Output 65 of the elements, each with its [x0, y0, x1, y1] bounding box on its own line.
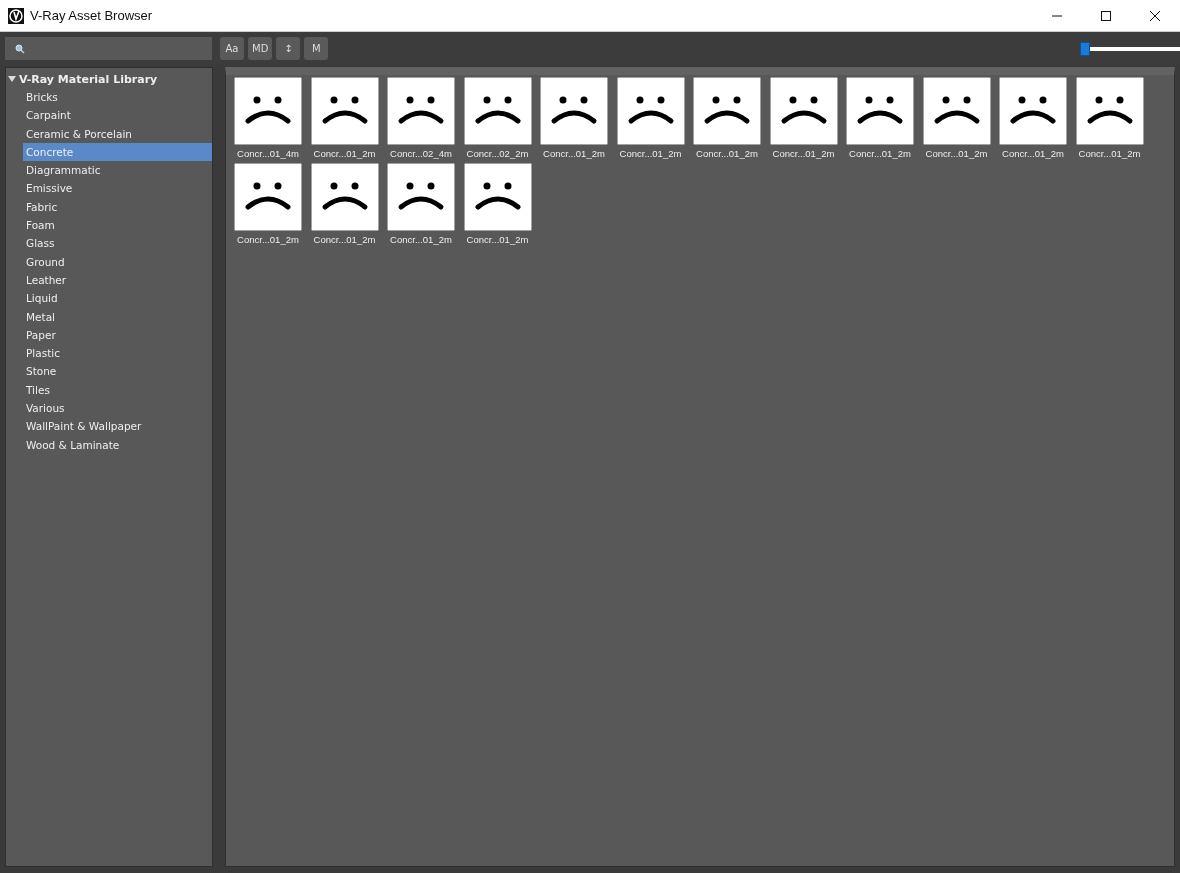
category-item[interactable]: Leather: [23, 270, 212, 290]
category-item[interactable]: Plastic: [23, 344, 212, 363]
sad-face-thumbnail-icon[interactable]: [769, 77, 838, 145]
toolbar-button[interactable]: ↕: [276, 37, 301, 60]
category-item[interactable]: WallPaint & Wallpaper: [23, 417, 212, 436]
close-icon[interactable]: [1149, 9, 1161, 22]
category-item[interactable]: Carpaint: [23, 106, 212, 125]
sad-face-thumbnail-icon[interactable]: [234, 77, 302, 145]
toolbar-button[interactable]: MD: [248, 37, 273, 60]
asset-label: Concr...01_2m: [849, 148, 911, 159]
toolbar-button[interactable]: Aa: [220, 37, 244, 60]
asset-label: Concr...01_2m: [390, 234, 452, 245]
asset-label: Concr...01_2m: [466, 234, 529, 245]
asset-label: Concr...01_2m: [619, 148, 682, 159]
category-item[interactable]: Tiles: [23, 380, 212, 400]
asset-label: Concr...02_4m: [390, 148, 452, 159]
sad-face-thumbnail-icon[interactable]: [540, 77, 608, 145]
asset-label: Concr...01_2m: [925, 148, 988, 159]
search-icon: [15, 43, 25, 54]
sad-face-thumbnail-icon[interactable]: [463, 77, 532, 145]
sad-face-thumbnail-icon[interactable]: [999, 77, 1067, 145]
asset-label: Concr...01_2m: [313, 234, 376, 245]
expand-arrow-icon[interactable]: [8, 75, 16, 83]
sad-face-thumbnail-icon[interactable]: [387, 77, 455, 145]
category-item[interactable]: Ceramic & Porcelain: [23, 124, 212, 143]
window-title: V-Ray Asset Browser: [30, 8, 153, 23]
category-item[interactable]: Wood & Laminate: [23, 435, 212, 454]
asset-label: Concr...01_2m: [543, 148, 605, 159]
category-item[interactable]: Glass: [23, 234, 212, 253]
category-item[interactable]: Concrete: [23, 142, 212, 162]
asset-label: Concr...01_2m: [1002, 148, 1064, 159]
sad-face-thumbnail-icon[interactable]: [693, 77, 761, 145]
search-field[interactable]: [5, 37, 212, 60]
sad-face-thumbnail-icon[interactable]: [463, 163, 532, 231]
category-item[interactable]: Paper: [23, 325, 212, 345]
category-item[interactable]: Emissive: [23, 179, 212, 198]
category-item[interactable]: Various: [23, 399, 212, 418]
app-logo-icon: [8, 7, 24, 24]
asset-label: Concr...01_2m: [696, 148, 758, 159]
category-item[interactable]: Diagrammatic: [23, 161, 212, 180]
category-item[interactable]: Liquid: [23, 289, 212, 308]
sad-face-thumbnail-icon[interactable]: [310, 163, 379, 231]
sad-face-thumbnail-icon[interactable]: [310, 77, 379, 145]
sad-face-thumbnail-icon[interactable]: [846, 77, 914, 145]
sad-face-thumbnail-icon[interactable]: [922, 77, 991, 145]
category-item[interactable]: Stone: [23, 362, 212, 381]
category-item[interactable]: Ground: [23, 252, 212, 271]
sad-face-thumbnail-icon[interactable]: [616, 77, 685, 145]
asset-label: Concr...01_2m: [313, 148, 376, 159]
asset-label: Concr...01_4m: [237, 148, 299, 159]
library-title[interactable]: V-Ray Material Library: [19, 72, 158, 86]
sad-face-thumbnail-icon[interactable]: [234, 163, 302, 231]
sad-face-thumbnail-icon[interactable]: [387, 163, 455, 231]
asset-label: Concr...01_2m: [237, 234, 299, 245]
size-slider[interactable]: [1080, 40, 1180, 57]
category-item[interactable]: Foam: [23, 216, 212, 235]
asset-label: Concr...01_2m: [772, 148, 835, 159]
toolbar-button[interactable]: M: [304, 37, 329, 60]
asset-label: Concr...01_2m: [1078, 148, 1141, 159]
asset-label: Concr...02_2m: [466, 148, 529, 159]
maximize-icon[interactable]: [1100, 9, 1112, 22]
category-item[interactable]: Metal: [23, 307, 212, 326]
category-item[interactable]: Fabric: [23, 197, 212, 217]
category-item[interactable]: Bricks: [23, 88, 212, 107]
sad-face-thumbnail-icon[interactable]: [1075, 77, 1144, 145]
